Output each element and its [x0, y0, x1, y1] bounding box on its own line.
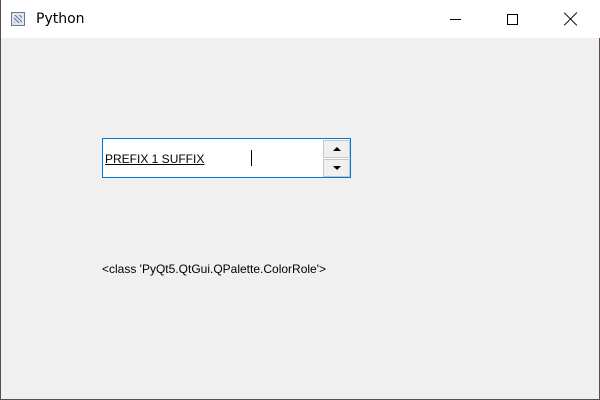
color-role-label: <class 'PyQt5.QtGui.QPalette.ColorRole'> — [102, 262, 327, 276]
close-button[interactable] — [548, 0, 594, 38]
maximize-button[interactable] — [489, 0, 535, 38]
maximize-icon — [506, 13, 518, 25]
spin-up-button[interactable] — [323, 140, 350, 158]
title-bar[interactable]: Python — [1, 0, 600, 38]
app-window: Python PREFIX 1 SUFFIX <class 'PyQt5.QtG… — [0, 0, 600, 400]
window-title: Python — [36, 11, 85, 27]
chevron-up-icon — [332, 147, 341, 151]
text-caret — [251, 150, 252, 166]
minimize-button[interactable] — [432, 0, 478, 38]
close-icon — [564, 12, 578, 26]
minimize-icon — [449, 18, 461, 20]
spin-box[interactable]: PREFIX 1 SUFFIX — [102, 138, 351, 178]
spin-box-value[interactable]: PREFIX 1 SUFFIX — [105, 150, 204, 168]
spin-down-button[interactable] — [323, 159, 350, 177]
chevron-down-icon — [332, 166, 341, 170]
spin-buttons — [323, 140, 350, 177]
python-app-icon — [11, 12, 25, 26]
